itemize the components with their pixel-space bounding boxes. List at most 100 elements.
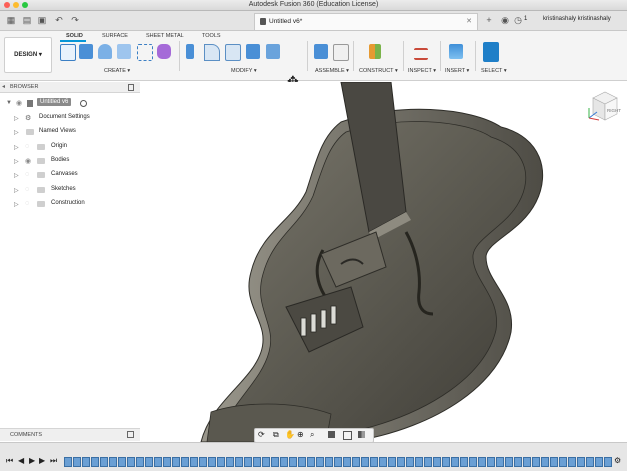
timeline-feature-icon[interactable]	[586, 457, 594, 467]
timeline-feature-icon[interactable]	[307, 457, 315, 467]
save-icon[interactable]: ▣	[37, 15, 47, 25]
timeline-feature-icon[interactable]	[280, 457, 288, 467]
go-to-start-icon[interactable]: ⏮	[6, 456, 13, 466]
tab-surface[interactable]: SURFACE	[102, 33, 128, 39]
browser-item-construction[interactable]: ▷ ◌ Construction	[0, 198, 140, 212]
add-tab-icon[interactable]: +	[484, 15, 494, 25]
timeline-feature-icon[interactable]	[217, 457, 225, 467]
timeline-feature-icon[interactable]	[64, 457, 72, 467]
timeline-feature-icon[interactable]	[316, 457, 324, 467]
extensions-icon[interactable]: ◉	[500, 15, 510, 25]
visibility-eye-icon[interactable]: ◌	[25, 171, 33, 178]
timeline-feature-icon[interactable]	[568, 457, 576, 467]
timeline-feature-icon[interactable]	[460, 457, 468, 467]
close-tab-icon[interactable]: ✕	[466, 17, 472, 25]
timeline-feature-icon[interactable]	[100, 457, 108, 467]
timeline-feature-icon[interactable]	[514, 457, 522, 467]
timeline-feature-icon[interactable]	[298, 457, 306, 467]
visibility-eye-icon[interactable]: ◌	[25, 143, 33, 150]
select-menu[interactable]: SELECT ▾	[481, 68, 507, 74]
create-sketch-icon[interactable]	[60, 44, 76, 61]
zoom-icon[interactable]: ⊕	[297, 430, 304, 439]
file-icon[interactable]: ▤	[22, 15, 32, 25]
tab-sheet-metal[interactable]: SHEET METAL	[146, 33, 184, 39]
timeline-feature-icon[interactable]	[406, 457, 414, 467]
combine-icon[interactable]	[266, 44, 280, 59]
timeline-feature-icon[interactable]	[397, 457, 405, 467]
chamfer-icon[interactable]	[225, 44, 241, 61]
assemble-menu[interactable]: ASSEMBLE ▾	[315, 68, 349, 74]
display-settings-icon[interactable]	[328, 431, 335, 438]
timeline-feature-icon[interactable]	[541, 457, 549, 467]
timeline-feature-icon[interactable]	[442, 457, 450, 467]
pin-panel-icon[interactable]	[128, 84, 134, 91]
user-name[interactable]: kristinashaly kristinashaly	[543, 16, 611, 22]
revolve-icon[interactable]	[98, 44, 112, 59]
timeline-feature-icon[interactable]	[244, 457, 252, 467]
browser-item-bodies[interactable]: ▷ ◉ Bodies	[0, 155, 140, 169]
violin-model[interactable]	[141, 82, 627, 442]
expand-arrow-icon[interactable]: ▷	[14, 144, 19, 151]
timeline-settings-icon[interactable]: ⚙	[614, 456, 621, 465]
grid-settings-icon[interactable]	[343, 431, 352, 440]
timeline-feature-icon[interactable]	[550, 457, 558, 467]
browser-root-item[interactable]: ▼ ◉ Untitled v6	[0, 97, 140, 111]
view-cube[interactable]: RIGHT	[585, 88, 621, 124]
timeline-feature-icon[interactable]	[253, 457, 261, 467]
timeline-feature-icon[interactable]	[127, 457, 135, 467]
timeline-feature-icon[interactable]	[388, 457, 396, 467]
play-icon[interactable]: ▶	[29, 456, 35, 465]
timeline-feature-icon[interactable]	[235, 457, 243, 467]
expand-arrow-icon[interactable]: ▼	[6, 100, 12, 106]
data-panel-icon[interactable]: ▦	[6, 15, 16, 25]
workspace-switcher-button[interactable]: DESIGN ▾	[4, 37, 52, 73]
timeline-feature-icon[interactable]	[82, 457, 90, 467]
browser-item-canvases[interactable]: ▷ ◌ Canvases	[0, 169, 140, 183]
timeline-feature-icon[interactable]	[325, 457, 333, 467]
timeline-feature-icon[interactable]	[352, 457, 360, 467]
timeline-feature-icon[interactable]	[226, 457, 234, 467]
extrude-icon[interactable]	[79, 44, 93, 59]
measure-icon[interactable]	[414, 48, 428, 60]
add-comment-icon[interactable]	[127, 431, 134, 438]
3d-viewport[interactable]	[141, 82, 627, 442]
timeline-feature-icon[interactable]	[478, 457, 486, 467]
fit-icon[interactable]: ⌕	[310, 430, 314, 440]
expand-arrow-icon[interactable]: ▷	[14, 201, 19, 208]
timeline-feature-icon[interactable]	[415, 457, 423, 467]
undo-icon[interactable]: ↶	[54, 15, 64, 25]
collapse-panel-icon[interactable]: ◂	[2, 83, 5, 90]
timeline-feature-icon[interactable]	[145, 457, 153, 467]
job-status-icon[interactable]: ◷	[513, 15, 523, 25]
timeline-feature-icon[interactable]	[334, 457, 342, 467]
create-form-icon[interactable]	[157, 44, 171, 59]
timeline-feature-icon[interactable]	[91, 457, 99, 467]
timeline-feature-icon[interactable]	[523, 457, 531, 467]
modify-menu[interactable]: MODIFY ▾	[231, 68, 257, 74]
timeline-feature-icon[interactable]	[379, 457, 387, 467]
create-menu[interactable]: CREATE ▾	[104, 68, 130, 74]
timeline-feature-icon[interactable]	[199, 457, 207, 467]
pan-icon[interactable]: ✋	[285, 430, 295, 439]
timeline-feature-icon[interactable]	[118, 457, 126, 467]
document-tab[interactable]: Untitled v6* ✕	[254, 13, 478, 30]
timeline-feature-icon[interactable]	[451, 457, 459, 467]
shell-icon[interactable]	[246, 44, 260, 59]
offset-plane-icon[interactable]	[369, 44, 381, 59]
timeline-feature-icon[interactable]	[73, 457, 81, 467]
expand-arrow-icon[interactable]: ▷	[14, 172, 19, 179]
step-back-icon[interactable]: ◀	[18, 456, 24, 465]
select-icon[interactable]	[483, 42, 499, 62]
browser-item-origin[interactable]: ▷ ◌ Origin	[0, 141, 140, 155]
visibility-eye-icon[interactable]: ◉	[25, 157, 33, 165]
redo-icon[interactable]: ↷	[70, 15, 80, 25]
timeline-feature-icon[interactable]	[136, 457, 144, 467]
visibility-eye-icon[interactable]: ◉	[16, 99, 24, 107]
press-pull-icon[interactable]	[186, 44, 194, 59]
construct-menu[interactable]: CONSTRUCT ▾	[359, 68, 398, 74]
timeline-feature-icon[interactable]	[469, 457, 477, 467]
timeline-feature-icon[interactable]	[172, 457, 180, 467]
timeline-feature-icon[interactable]	[181, 457, 189, 467]
visibility-eye-icon[interactable]: ◌	[25, 200, 33, 207]
step-forward-icon[interactable]: ▶	[39, 456, 45, 465]
